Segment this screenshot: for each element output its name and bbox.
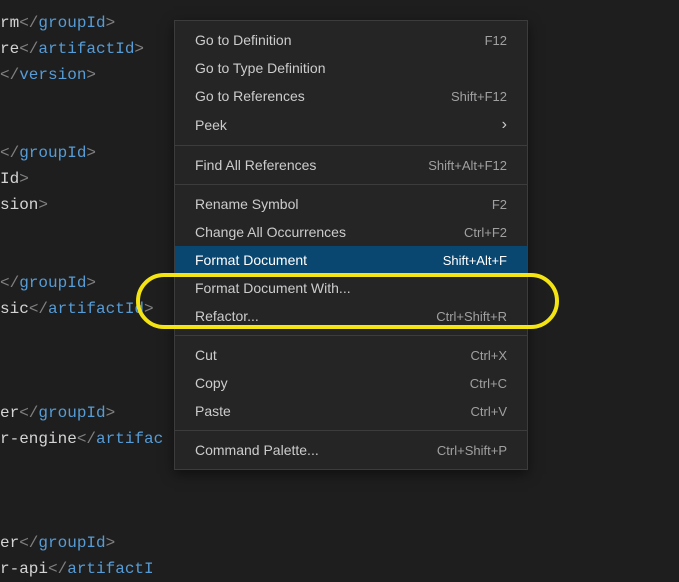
menu-shortcut: Ctrl+Shift+P [437,443,507,458]
menu-label: Find All References [195,157,428,173]
menu-item-format-document-with[interactable]: Format Document With... [175,274,527,302]
menu-item-format-document[interactable]: Format DocumentShift+Alt+F [175,246,527,274]
menu-separator [175,184,527,185]
code-line: rm</groupId> [0,10,163,36]
menu-shortcut: Ctrl+Shift+R [436,309,507,324]
menu-item-go-to-references[interactable]: Go to ReferencesShift+F12 [175,82,527,110]
menu-label: Refactor... [195,308,436,324]
menu-label: Command Palette... [195,442,437,458]
menu-item-paste[interactable]: PasteCtrl+V [175,397,527,425]
chevron-right-icon: › [502,116,507,134]
menu-label: Cut [195,347,471,363]
menu-item-go-to-type-definition[interactable]: Go to Type Definition [175,54,527,82]
menu-shortcut: F2 [492,197,507,212]
code-line [0,218,163,244]
menu-shortcut: Ctrl+F2 [464,225,507,240]
menu-item-cut[interactable]: CutCtrl+X [175,341,527,369]
menu-item-rename-symbol[interactable]: Rename SymbolF2 [175,190,527,218]
menu-shortcut: Shift+Alt+F12 [428,158,507,173]
menu-shortcut: Ctrl+V [471,404,507,419]
code-line: </version> [0,62,163,88]
menu-shortcut: Ctrl+C [470,376,507,391]
context-menu: Go to DefinitionF12 Go to Type Definition… [174,20,528,470]
menu-label: Rename Symbol [195,196,492,212]
code-line: r-api</artifactI [0,556,163,582]
menu-shortcut: Ctrl+X [471,348,507,363]
menu-item-copy[interactable]: CopyCtrl+C [175,369,527,397]
code-editor[interactable]: rm</groupId>re</artifactId></version> </… [0,0,163,582]
code-line [0,88,163,114]
code-line [0,244,163,270]
code-line [0,114,163,140]
menu-label: Format Document With... [195,280,507,296]
code-line [0,348,163,374]
code-line [0,374,163,400]
code-line [0,478,163,504]
menu-item-peek[interactable]: Peek› [175,110,527,140]
menu-label: Go to Definition [195,32,485,48]
code-line: Id> [0,166,163,192]
code-line [0,504,163,530]
menu-item-refactor[interactable]: Refactor...Ctrl+Shift+R [175,302,527,330]
menu-separator [175,430,527,431]
menu-shortcut: Shift+Alt+F [443,253,507,268]
menu-label: Peek [195,117,502,133]
menu-item-find-all-references[interactable]: Find All ReferencesShift+Alt+F12 [175,151,527,179]
code-line: </groupId> [0,270,163,296]
menu-separator [175,145,527,146]
menu-item-go-to-definition[interactable]: Go to DefinitionF12 [175,26,527,54]
code-line: r-engine</artifac [0,426,163,452]
menu-label: Copy [195,375,470,391]
code-line: er</groupId> [0,400,163,426]
code-line: sion> [0,192,163,218]
code-line: sic</artifactId> [0,296,163,322]
menu-separator [175,335,527,336]
menu-label: Go to References [195,88,451,104]
code-line [0,322,163,348]
code-line: re</artifactId> [0,36,163,62]
menu-label: Paste [195,403,471,419]
code-line: </groupId> [0,140,163,166]
menu-label: Format Document [195,252,443,268]
code-line [0,452,163,478]
menu-shortcut: Shift+F12 [451,89,507,104]
menu-item-change-all-occurrences[interactable]: Change All OccurrencesCtrl+F2 [175,218,527,246]
menu-item-command-palette[interactable]: Command Palette...Ctrl+Shift+P [175,436,527,464]
menu-shortcut: F12 [485,33,507,48]
code-line: er</groupId> [0,530,163,556]
menu-label: Change All Occurrences [195,224,464,240]
menu-label: Go to Type Definition [195,60,507,76]
